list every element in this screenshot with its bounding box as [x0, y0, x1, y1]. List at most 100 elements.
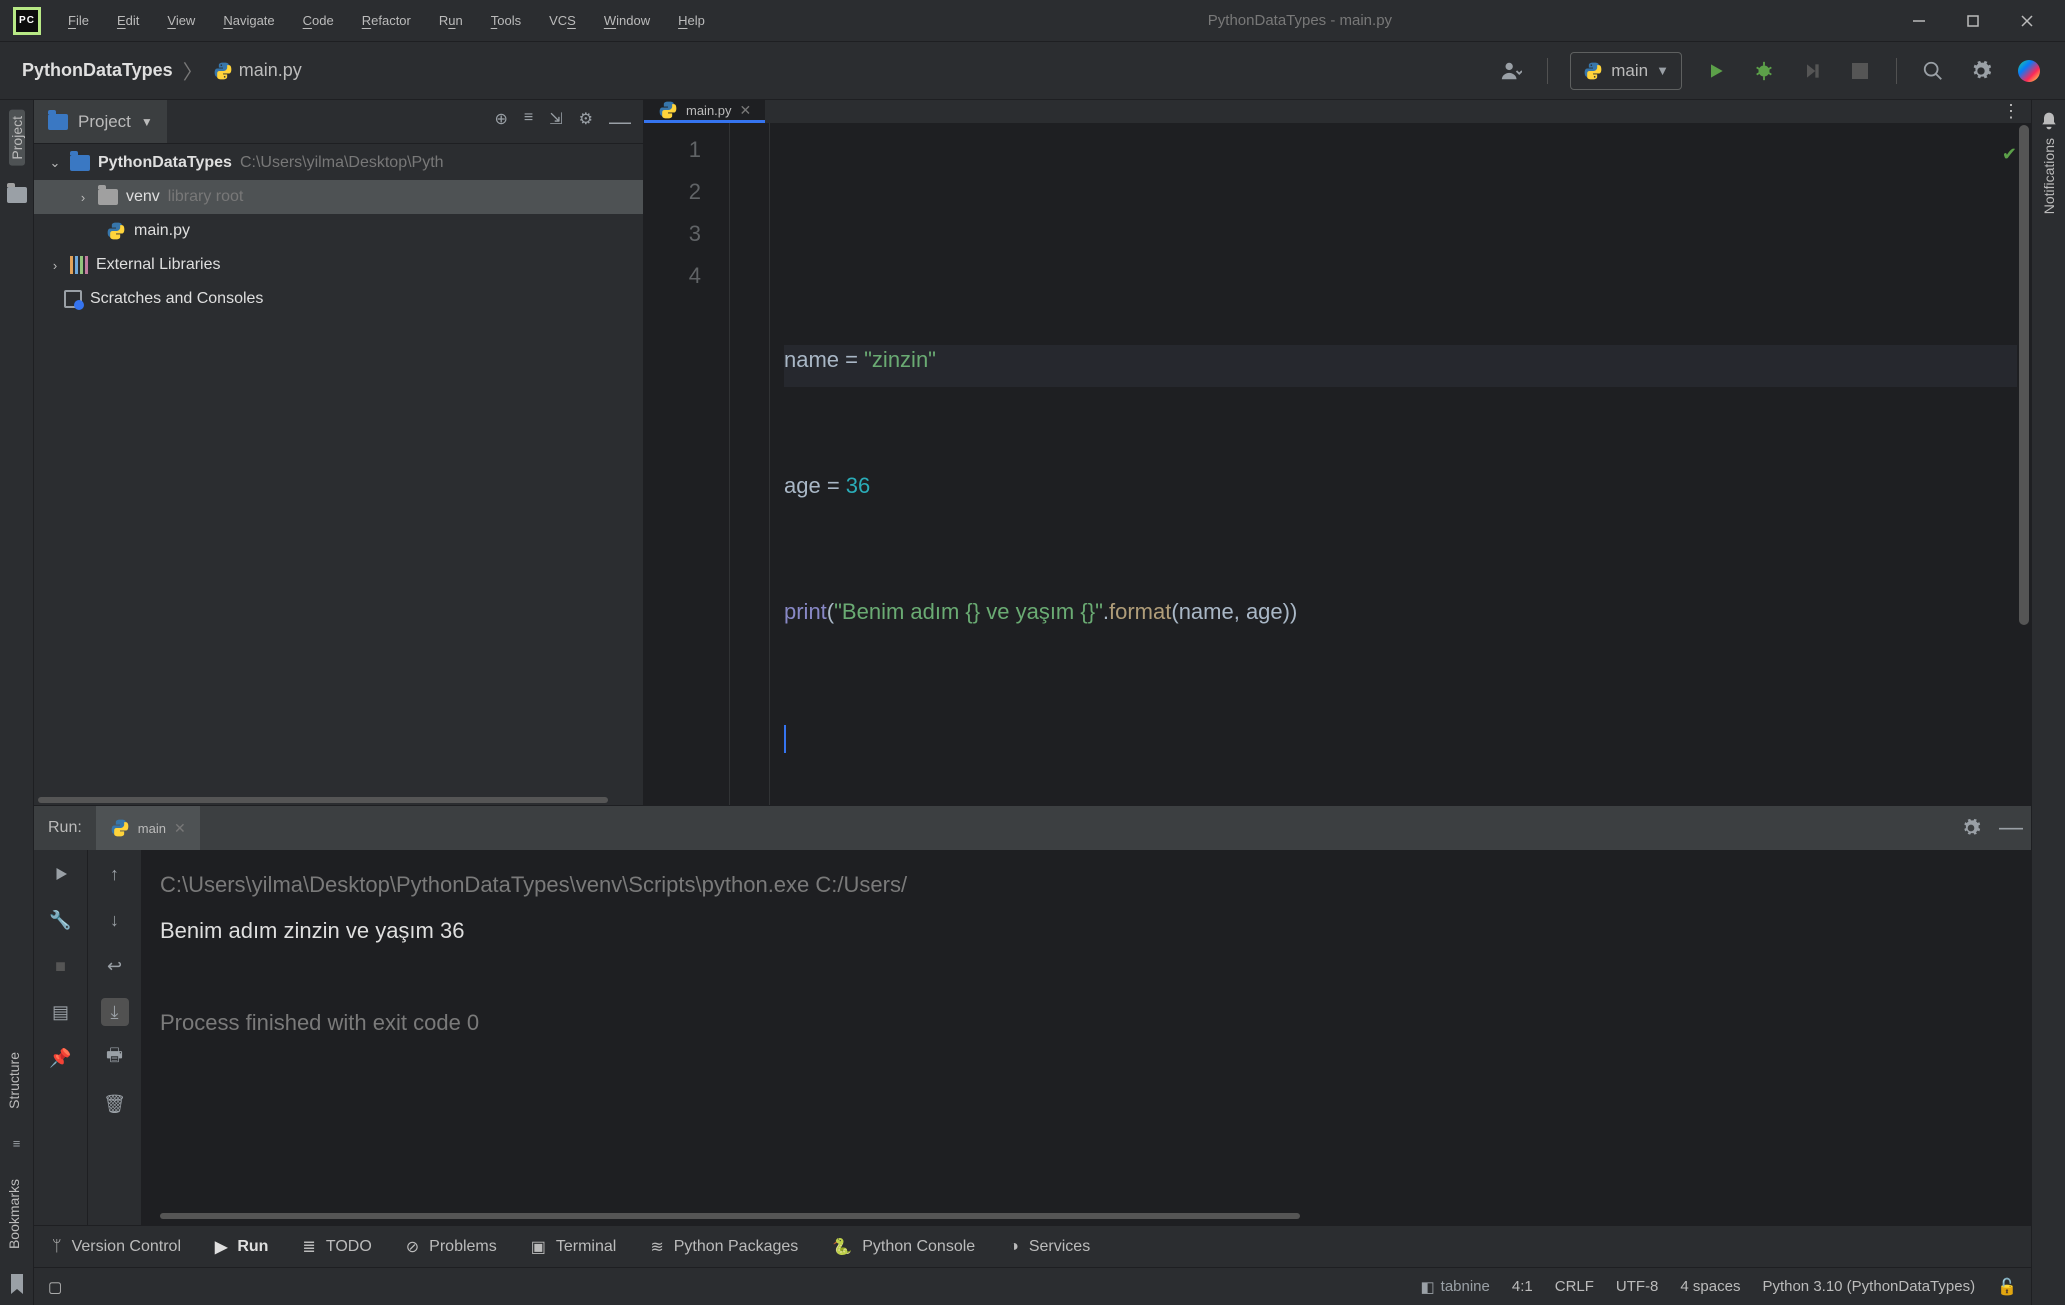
tree-root[interactable]: ⌄ PythonDataTypes C:\Users\yilma\Desktop…	[34, 146, 643, 180]
close-button[interactable]	[2019, 13, 2035, 29]
tool-services[interactable]: ◑Services	[1009, 1238, 1090, 1256]
menu-window[interactable]: Window	[590, 0, 664, 41]
tool-problems[interactable]: ⊘Problems	[406, 1237, 497, 1257]
run-settings-icon[interactable]	[1951, 808, 1991, 848]
annotation-gutter[interactable]	[730, 123, 770, 805]
line-number-gutter[interactable]: 1 2 3 4	[644, 123, 730, 805]
inspection-ok-icon[interactable]: ✔	[2002, 133, 2017, 175]
settings-icon[interactable]	[1961, 51, 2001, 91]
close-tab-icon[interactable]: ✕	[740, 102, 752, 119]
editor-tab-main[interactable]: main.py ✕	[644, 100, 765, 123]
menu-view[interactable]: View	[153, 0, 209, 41]
run-button[interactable]	[1696, 51, 1736, 91]
python-icon	[658, 100, 678, 120]
tree-scratches[interactable]: Scratches and Consoles	[34, 282, 643, 316]
run-config-selector[interactable]: main ▼	[1570, 52, 1682, 90]
breadcrumb-project[interactable]: PythonDataTypes	[22, 60, 173, 81]
tool-python-console[interactable]: 🐍Python Console	[832, 1237, 975, 1257]
console-output[interactable]: C:\Users\yilma\Desktop\PythonDataTypes\v…	[142, 850, 2031, 1225]
pin-icon[interactable]: 📌	[47, 1044, 75, 1072]
tool-vcs[interactable]: ᛘVersion Control	[52, 1238, 181, 1256]
menu-refactor[interactable]: Refactor	[348, 0, 425, 41]
scroll-to-end-icon[interactable]: ⤓	[101, 998, 129, 1026]
menu-navigate[interactable]: Navigate	[209, 0, 288, 41]
menu-run[interactable]: Run	[425, 0, 477, 41]
tool-project-tab[interactable]: Project	[9, 110, 25, 166]
status-interpreter[interactable]: Python 3.10 (PythonDataTypes)	[1762, 1278, 1975, 1295]
run-tab-label: main	[138, 821, 166, 836]
editor-scrollbar[interactable]	[2017, 123, 2031, 805]
tool-structure-tab[interactable]: Structure	[6, 1046, 28, 1115]
tool-python-packages[interactable]: ≋Python Packages	[650, 1237, 798, 1257]
bookmark-icon[interactable]	[6, 1273, 28, 1295]
breadcrumb-file[interactable]: main.py	[213, 60, 302, 81]
status-encoding[interactable]: UTF-8	[1616, 1278, 1659, 1295]
project-pane-title[interactable]: Project ▼	[34, 100, 167, 143]
run-tab[interactable]: main ✕	[96, 806, 200, 850]
minimize-button[interactable]	[1911, 13, 1927, 29]
select-opened-file-icon[interactable]: ⊕	[495, 109, 508, 135]
menu-edit[interactable]: Edit	[103, 0, 153, 41]
coverage-button[interactable]	[1792, 51, 1832, 91]
stop-icon[interactable]: ■	[47, 952, 75, 980]
menu-tools[interactable]: Tools	[477, 0, 535, 41]
collapse-all-icon[interactable]: ⇲	[549, 109, 562, 135]
status-eol[interactable]: CRLF	[1555, 1278, 1594, 1295]
navbar: PythonDataTypes 〉 main.py main ▼	[0, 42, 2065, 100]
project-view-icon	[48, 114, 68, 130]
tree-external-label: External Libraries	[96, 256, 221, 274]
tool-bookmarks-tab[interactable]: Bookmarks	[6, 1173, 28, 1255]
gear-icon[interactable]: ⚙	[579, 109, 593, 135]
layout-icon[interactable]: ▤	[47, 998, 75, 1026]
lock-icon[interactable]: 🔓	[1997, 1277, 2017, 1297]
rerun-icon[interactable]	[47, 860, 75, 888]
hide-run-icon[interactable]: —	[1991, 808, 2031, 848]
structure-icon[interactable]: ≡	[6, 1133, 28, 1155]
up-icon[interactable]: ↑	[101, 860, 129, 888]
code-with-me-icon[interactable]	[2009, 51, 2049, 91]
menu-file[interactable]: File	[54, 0, 103, 41]
print-icon[interactable]: 🖶	[101, 1044, 129, 1072]
tree-external-libraries[interactable]: › External Libraries	[34, 248, 643, 282]
hide-icon[interactable]: —	[609, 109, 631, 135]
folder-icon	[70, 155, 90, 171]
tool-todo[interactable]: ≣TODO	[302, 1237, 371, 1257]
search-icon[interactable]	[1913, 51, 1953, 91]
chevron-right-icon: 〉	[183, 56, 203, 85]
code-text[interactable]: name = "zinzin" age = 36 print("Benim ad…	[770, 123, 2031, 805]
tree-file-main[interactable]: main.py	[34, 214, 643, 248]
bell-icon[interactable]	[2038, 110, 2060, 132]
status-caret-pos[interactable]: 4:1	[1512, 1278, 1533, 1295]
clear-icon[interactable]: 🗑	[101, 1090, 129, 1118]
wrench-icon[interactable]: 🔧	[47, 906, 75, 934]
maximize-button[interactable]	[1965, 13, 1981, 29]
user-icon[interactable]	[1491, 51, 1531, 91]
down-icon[interactable]: ↓	[101, 906, 129, 934]
close-run-tab-icon[interactable]: ✕	[174, 820, 186, 837]
tool-run[interactable]: ▶Run	[215, 1237, 268, 1257]
tool-terminal[interactable]: ▣Terminal	[531, 1237, 617, 1257]
soft-wrap-icon[interactable]: ↩	[101, 952, 129, 980]
project-scrollbar[interactable]	[34, 795, 643, 805]
project-tree[interactable]: ⌄ PythonDataTypes C:\Users\yilma\Desktop…	[34, 144, 643, 795]
code-area[interactable]: 1 2 3 4 name = "zinzin" age = 36 print("…	[644, 123, 2031, 805]
caret	[784, 725, 786, 753]
tabnine-widget[interactable]: ◧tabnine	[1420, 1278, 1489, 1296]
chevron-right-icon: ›	[48, 258, 62, 273]
tool-notifications-tab[interactable]: Notifications	[2041, 132, 2057, 220]
debug-button[interactable]	[1744, 51, 1784, 91]
tree-venv[interactable]: › venv library root	[34, 180, 643, 214]
folder-icon[interactable]	[6, 184, 28, 206]
menu-vcs[interactable]: VCS	[535, 0, 590, 41]
stop-button[interactable]	[1840, 51, 1880, 91]
editor-tabs-more-icon[interactable]: ⋮	[1991, 100, 2031, 123]
expand-all-icon[interactable]: ≡	[524, 109, 533, 135]
status-bar: ▢ ◧tabnine 4:1 CRLF UTF-8 4 spaces Pytho…	[34, 1267, 2031, 1305]
navbar-right: main ▼	[1491, 51, 2065, 91]
menu-help[interactable]: Help	[664, 0, 719, 41]
warning-icon: ⊘	[406, 1237, 419, 1257]
tool-window-quick-icon[interactable]: ▢	[48, 1278, 62, 1296]
status-indent[interactable]: 4 spaces	[1680, 1278, 1740, 1295]
menu-code[interactable]: Code	[289, 0, 348, 41]
console-scrollbar[interactable]	[160, 1211, 2013, 1221]
